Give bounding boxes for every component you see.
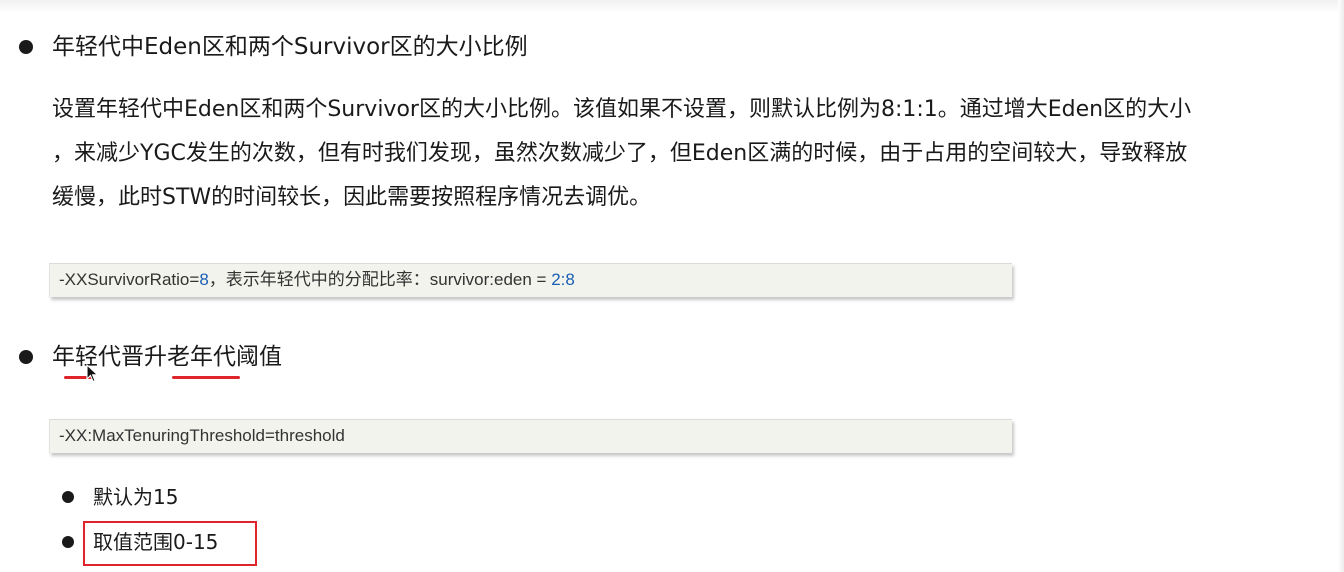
code-block-survivor-ratio: -XXSurvivorRatio=8，表示年轻代中的分配比率：survivor:… xyxy=(49,263,1012,297)
code-text: ，表示年轻代中的分配比率：survivor:eden = xyxy=(208,270,552,289)
bullet-icon xyxy=(62,536,74,548)
mouse-cursor-icon xyxy=(86,364,99,383)
code-number: 8 xyxy=(199,270,209,289)
section-paragraph: 设置年轻代中Eden区和两个Survivor区的大小比例。该值如果不设置，则默认… xyxy=(52,88,1302,220)
bullet-icon xyxy=(19,350,33,364)
code-text: -XXSurvivorRatio= xyxy=(59,270,200,289)
top-edge-shadow xyxy=(0,0,1344,14)
red-underline-annotation xyxy=(172,376,240,379)
document-page: 年轻代中Eden区和两个Survivor区的大小比例 设置年轻代中Eden区和两… xyxy=(0,0,1344,572)
code-number: 2:8 xyxy=(551,270,575,289)
bullet-icon xyxy=(19,40,33,54)
paragraph-line: 缓慢，此时STW的时间较长，因此需要按照程序情况去调优。 xyxy=(52,185,652,210)
scrollbar-edge xyxy=(1338,0,1344,572)
code-block-max-tenuring: -XX:MaxTenuringThreshold=threshold xyxy=(49,419,1012,453)
bullet-icon xyxy=(62,491,74,503)
list-item: 默认为15 xyxy=(93,485,179,509)
section-heading-eden-survivor: 年轻代中Eden区和两个Survivor区的大小比例 xyxy=(52,34,528,60)
paragraph-line: ，来减少YGC发生的次数，但有时我们发现，虽然次数减少了，但Eden区满的时候，… xyxy=(52,141,1188,166)
paragraph-line: 设置年轻代中Eden区和两个Survivor区的大小比例。该值如果不设置，则默认… xyxy=(52,97,1192,122)
red-highlight-box-annotation xyxy=(83,521,257,566)
